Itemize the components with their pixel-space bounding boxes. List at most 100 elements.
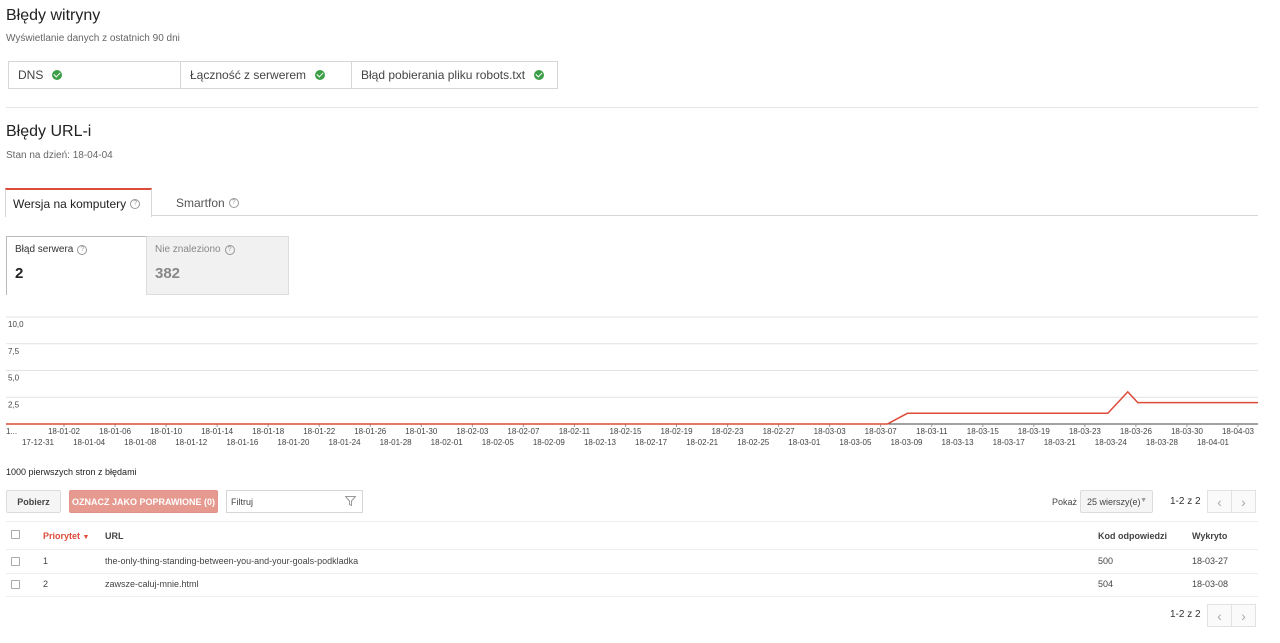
metric-server-error-value: 2 bbox=[15, 265, 24, 282]
next-page-button-bottom[interactable]: › bbox=[1231, 604, 1256, 627]
x-tick-label: 18-03-17 bbox=[993, 438, 1026, 447]
help-icon[interactable]: ? bbox=[130, 198, 141, 209]
x-tick-label: 18-02-01 bbox=[431, 438, 464, 447]
y-tick-label: 7,5 bbox=[8, 347, 20, 356]
x-tick-label: 18-01-30 bbox=[405, 427, 438, 436]
x-tick-label: 18-02-03 bbox=[456, 427, 489, 436]
sort-down-icon: ▼ bbox=[82, 534, 90, 541]
x-tick-label: 18-03-03 bbox=[814, 427, 847, 436]
x-tick-label: 18-03-05 bbox=[839, 438, 872, 447]
page-info-top: 1-2 z 2 bbox=[1170, 496, 1201, 507]
column-header-code[interactable]: Kod odpowiedzi bbox=[1098, 531, 1167, 541]
errors-line-chart: 10,0 7,5 5,0 2,5 1... 18-01-02 18-01-06 18-01-1… bbox=[6, 316, 1258, 447]
x-tick-label: 18-03-24 bbox=[1095, 438, 1128, 447]
rows-per-page-select[interactable]: 25 wierszy(e) ▼ bbox=[1080, 490, 1153, 513]
x-tick-label: 18-01-08 bbox=[124, 438, 157, 447]
x-tick-label: 18-01-26 bbox=[354, 427, 387, 436]
x-tick-label: 18-02-19 bbox=[661, 427, 694, 436]
row-url-link[interactable]: the-only-thing-standing-between-you-and-… bbox=[105, 556, 358, 566]
status-robots-label: Błąd pobierania pliku robots.txt bbox=[361, 68, 526, 82]
help-icon[interactable]: ? bbox=[228, 197, 239, 208]
chevron-left-icon: ‹ bbox=[1217, 607, 1222, 624]
row-url-link[interactable]: zawsze-caluj-mnie.html bbox=[105, 579, 199, 589]
x-tick-label: 18-02-27 bbox=[763, 427, 796, 436]
check-circle-icon bbox=[315, 70, 326, 80]
x-tick-label: 18-02-11 bbox=[559, 427, 591, 436]
x-tick-label: 18-03-21 bbox=[1044, 438, 1077, 447]
x-tick-label: 1... bbox=[6, 427, 17, 436]
x-tick-label: 18-02-07 bbox=[507, 427, 540, 436]
filter-icon[interactable] bbox=[345, 496, 356, 506]
x-tick-label: 18-03-30 bbox=[1171, 427, 1204, 436]
metric-server-error[interactable]: Błąd serwera? 2 bbox=[6, 236, 147, 295]
check-circle-icon bbox=[534, 70, 545, 80]
tab-bar-line bbox=[152, 215, 1258, 216]
metric-not-found-value: 382 bbox=[155, 265, 181, 282]
status-dns-label: DNS bbox=[18, 68, 44, 82]
x-tick-label: 18-01-10 bbox=[150, 427, 183, 436]
x-tick-label: 18-01-12 bbox=[175, 438, 208, 447]
tab-smartphone[interactable]: Smartfon ? bbox=[169, 188, 246, 217]
x-tick-label: 18-01-20 bbox=[277, 438, 310, 447]
x-tick-label: 18-02-23 bbox=[712, 427, 745, 436]
row-priority: 2 bbox=[43, 579, 49, 589]
row-response-code: 500 bbox=[1098, 556, 1114, 566]
site-errors-subtitle: Wyświetlanie danych z ostatnich 90 dni bbox=[6, 33, 180, 44]
help-icon[interactable]: ? bbox=[77, 244, 88, 255]
row-checkbox[interactable] bbox=[11, 557, 20, 566]
row-detected-date: 18-03-27 bbox=[1192, 556, 1229, 566]
x-tick-label: 18-01-28 bbox=[380, 438, 413, 447]
row-priority: 1 bbox=[43, 556, 49, 566]
metric-not-found[interactable]: Nie znaleziono? 382 bbox=[146, 236, 289, 295]
x-tick-label: 18-03-13 bbox=[942, 438, 975, 447]
url-errors-date: Stan na dzień: 18-04-04 bbox=[6, 150, 113, 161]
select-all-checkbox[interactable] bbox=[11, 530, 20, 539]
row-detected-date: 18-03-08 bbox=[1192, 579, 1229, 589]
prev-page-button-bottom[interactable]: ‹ bbox=[1207, 604, 1232, 627]
tab-desktop-label: Wersja na komputery bbox=[13, 196, 127, 211]
status-server-label: Łączność z serwerem bbox=[190, 68, 307, 82]
mark-fixed-button[interactable]: OZNACZ JAKO POPRAWIONE (0) bbox=[69, 490, 218, 513]
x-tick-label: 18-01-18 bbox=[252, 427, 285, 436]
download-button[interactable]: Pobierz bbox=[6, 490, 61, 513]
chevron-right-icon: › bbox=[1241, 493, 1246, 510]
column-header-priority[interactable]: Priorytet ▼ bbox=[43, 531, 89, 541]
next-page-button[interactable]: › bbox=[1231, 490, 1256, 513]
y-tick-label: 2,5 bbox=[8, 400, 20, 409]
status-dns[interactable]: DNS bbox=[9, 62, 181, 88]
x-tick-label: 18-03-28 bbox=[1146, 438, 1179, 447]
status-server-connectivity[interactable]: Łączność z serwerem bbox=[181, 62, 352, 88]
x-tick-label: 18-03-09 bbox=[890, 438, 923, 447]
y-tick-label: 5,0 bbox=[8, 374, 20, 383]
site-errors-title: Błędy witryny bbox=[6, 7, 101, 24]
rows-per-page-value: 25 wierszy(e) bbox=[1087, 496, 1141, 507]
chevron-down-icon: ▼ bbox=[1140, 497, 1147, 504]
status-robots[interactable]: Błąd pobierania pliku robots.txt bbox=[352, 62, 557, 88]
tab-smartphone-label: Smartfon bbox=[176, 195, 225, 210]
column-header-url[interactable]: URL bbox=[105, 531, 124, 541]
x-tick-label: 17-12-31 bbox=[22, 438, 55, 447]
x-tick-label: 18-02-21 bbox=[686, 438, 719, 447]
x-tick-label: 18-03-15 bbox=[967, 427, 1000, 436]
tab-desktop[interactable]: Wersja na komputery ? bbox=[5, 188, 152, 217]
x-tick-label: 18-02-25 bbox=[737, 438, 770, 447]
x-tick-label: 18-01-04 bbox=[73, 438, 106, 447]
table-caption: 1000 pierwszych stron z błędami bbox=[6, 467, 137, 477]
help-icon[interactable]: ? bbox=[224, 244, 235, 255]
x-tick-label: 18-02-09 bbox=[533, 438, 566, 447]
row-response-code: 504 bbox=[1098, 579, 1114, 589]
chevron-left-icon: ‹ bbox=[1217, 493, 1222, 510]
x-tick-label: 18-03-11 bbox=[916, 427, 948, 436]
url-errors-title: Błędy URL-i bbox=[6, 123, 92, 140]
column-header-detected[interactable]: Wykryto bbox=[1192, 531, 1227, 541]
site-status-box: DNS Łączność z serwerem Błąd pobierania … bbox=[8, 61, 558, 89]
x-tick-label: 18-01-14 bbox=[201, 427, 234, 436]
row-checkbox[interactable] bbox=[11, 580, 20, 589]
check-circle-icon bbox=[52, 70, 63, 80]
x-tick-label: 18-04-01 bbox=[1197, 438, 1230, 447]
x-tick-label: 18-03-19 bbox=[1018, 427, 1051, 436]
filter-input[interactable]: Filtruj bbox=[226, 490, 363, 513]
filter-placeholder: Filtruj bbox=[231, 496, 253, 507]
metric-not-found-label: Nie znaleziono bbox=[155, 244, 221, 255]
prev-page-button[interactable]: ‹ bbox=[1207, 490, 1232, 513]
